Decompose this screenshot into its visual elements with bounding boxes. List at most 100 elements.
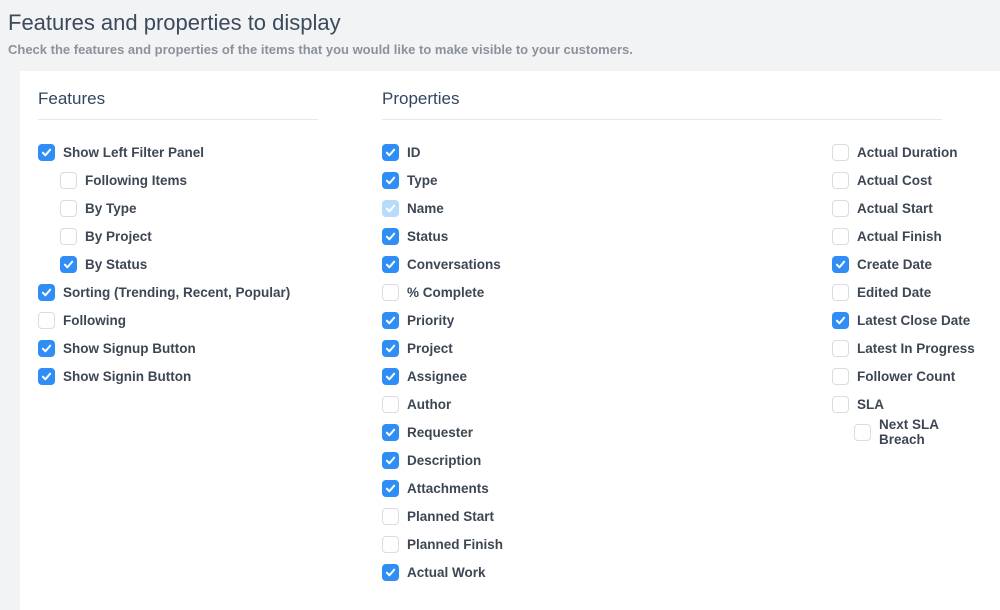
option-row: Attachments (382, 474, 832, 502)
checkbox[interactable] (382, 172, 399, 189)
checkbox[interactable] (382, 228, 399, 245)
option-row: % Complete (382, 278, 832, 306)
settings-panel: Features Show Left Filter Panel Following… (20, 71, 1000, 610)
checkbox[interactable] (38, 284, 55, 301)
option-row: Status (382, 222, 832, 250)
option-row: Project (382, 334, 832, 362)
option-label: Planned Start (407, 509, 494, 524)
features-column: Features Show Left Filter Panel Following… (38, 89, 382, 586)
checkbox[interactable] (38, 312, 55, 329)
checkbox[interactable] (832, 340, 849, 357)
checkbox[interactable] (382, 424, 399, 441)
checkbox[interactable] (38, 368, 55, 385)
page-title: Features and properties to display (0, 0, 1000, 42)
option-label: By Status (85, 257, 147, 272)
properties-column: Properties IDTypeNameStatusConversations… (382, 89, 982, 586)
option-label: Assignee (407, 369, 467, 384)
option-row: Edited Date (832, 278, 982, 306)
option-label: Description (407, 453, 481, 468)
option-label: Actual Cost (857, 173, 932, 188)
checkbox[interactable] (832, 312, 849, 329)
properties-list-right: Actual Duration Actual Cost Actual Start Ac… (832, 138, 982, 586)
option-label: Following (63, 313, 126, 328)
option-row: Type (382, 166, 832, 194)
option-label: By Type (85, 201, 137, 216)
option-label: Create Date (857, 257, 932, 272)
option-row: ID (382, 138, 832, 166)
option-row: SLA (832, 390, 982, 418)
option-row: Create Date (832, 250, 982, 278)
checkbox[interactable] (832, 396, 849, 413)
checkbox[interactable] (382, 284, 399, 301)
option-row: Conversations (382, 250, 832, 278)
checkbox[interactable] (832, 144, 849, 161)
checkbox[interactable] (382, 564, 399, 581)
checkbox[interactable] (382, 508, 399, 525)
option-label: Actual Start (857, 201, 933, 216)
checkbox[interactable] (382, 256, 399, 273)
features-heading: Features (38, 89, 318, 120)
option-label: Latest Close Date (857, 313, 970, 328)
option-row: Actual Finish (832, 222, 982, 250)
option-row: Assignee (382, 362, 832, 390)
option-label: Planned Finish (407, 537, 503, 552)
option-row: Name (382, 194, 832, 222)
option-row: Requester (382, 418, 832, 446)
checkbox[interactable] (382, 368, 399, 385)
checkbox[interactable] (382, 340, 399, 357)
checkbox[interactable] (382, 452, 399, 469)
checkbox[interactable] (832, 228, 849, 245)
checkbox[interactable] (832, 284, 849, 301)
option-row: Latest Close Date (832, 306, 982, 334)
checkbox[interactable] (60, 256, 77, 273)
option-row: Actual Duration (832, 138, 982, 166)
properties-list-left: ID Type Name Status Conversations % Complete P… (382, 138, 832, 586)
checkbox[interactable] (60, 200, 77, 217)
option-label: Following Items (85, 173, 187, 188)
option-label: ID (407, 145, 421, 160)
checkbox[interactable] (60, 228, 77, 245)
option-label: Sorting (Trending, Recent, Popular) (63, 285, 290, 300)
option-label: Conversations (407, 257, 501, 272)
checkbox[interactable] (382, 480, 399, 497)
option-label: By Project (85, 229, 152, 244)
option-label: Follower Count (857, 369, 955, 384)
option-label: Show Signin Button (63, 369, 191, 384)
checkbox[interactable] (60, 172, 77, 189)
option-label: Actual Work (407, 565, 486, 580)
checkbox[interactable] (832, 256, 849, 273)
option-row: Following (38, 306, 382, 334)
page-subtitle: Check the features and properties of the… (0, 42, 1000, 71)
checkbox[interactable] (382, 312, 399, 329)
option-label: Latest In Progress (857, 341, 975, 356)
checkbox[interactable] (854, 424, 871, 441)
option-label: Author (407, 397, 451, 412)
option-label: Priority (407, 313, 454, 328)
option-row: Show Signup Button (38, 334, 382, 362)
features-list: Show Left Filter Panel Following Items By … (38, 138, 382, 390)
checkbox[interactable] (382, 396, 399, 413)
option-label: Show Left Filter Panel (63, 145, 204, 160)
checkbox[interactable] (38, 144, 55, 161)
checkbox[interactable] (382, 144, 399, 161)
checkbox[interactable] (382, 200, 399, 217)
checkbox[interactable] (38, 340, 55, 357)
option-row: Following Items (38, 166, 382, 194)
checkbox[interactable] (832, 368, 849, 385)
checkbox[interactable] (832, 200, 849, 217)
option-row: Show Left Filter Panel (38, 138, 382, 166)
option-label: Attachments (407, 481, 489, 496)
checkbox[interactable] (382, 536, 399, 553)
option-label: SLA (857, 397, 884, 412)
option-label: Name (407, 201, 444, 216)
option-label: Project (407, 341, 453, 356)
option-row: Actual Start (832, 194, 982, 222)
option-row: Sorting (Trending, Recent, Popular) (38, 278, 382, 306)
checkbox[interactable] (832, 172, 849, 189)
option-label: Requester (407, 425, 473, 440)
option-row: Latest In Progress (832, 334, 982, 362)
option-row: Follower Count (832, 362, 982, 390)
option-row: Show Signin Button (38, 362, 382, 390)
option-row: Description (382, 446, 832, 474)
option-label: Edited Date (857, 285, 931, 300)
